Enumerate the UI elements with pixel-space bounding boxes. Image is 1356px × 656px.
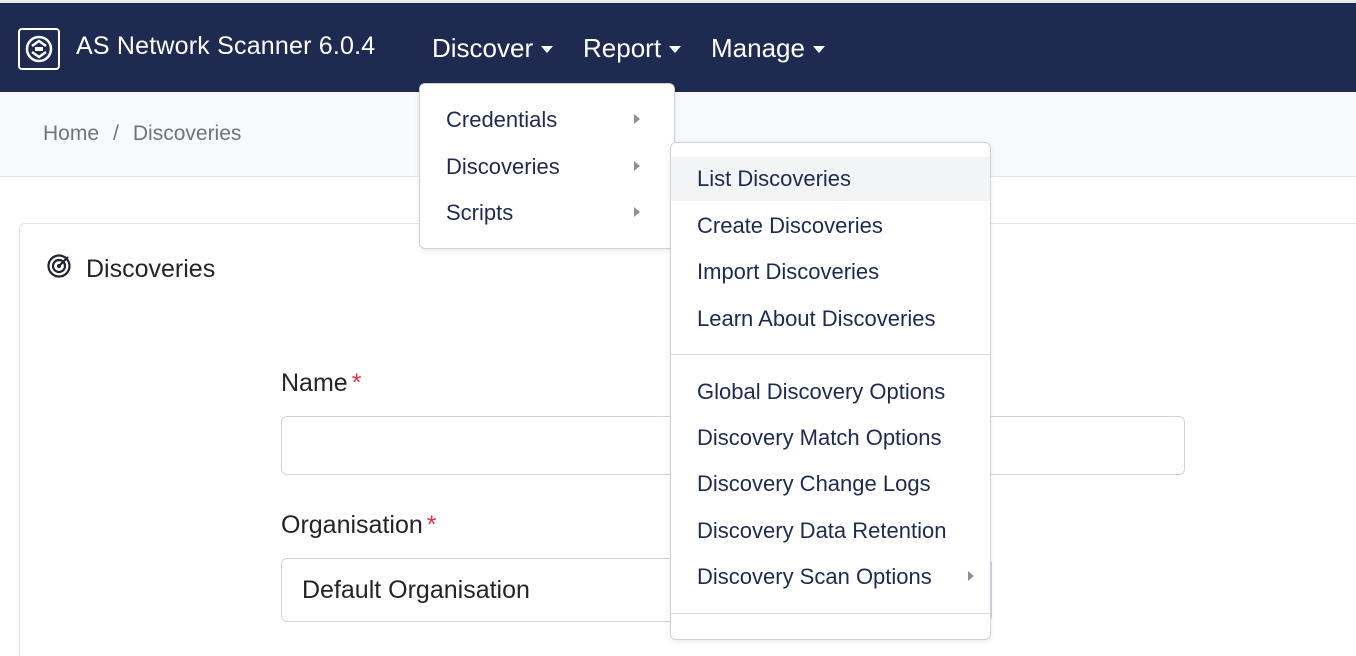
discover-dropdown-menu: Credentials Discoveries Scripts bbox=[419, 83, 675, 249]
radar-icon bbox=[46, 253, 72, 286]
menu-item-label: Credentials bbox=[446, 107, 558, 132]
menu-divider bbox=[671, 613, 990, 614]
required-mark: * bbox=[426, 511, 437, 539]
caret-down-icon bbox=[541, 46, 554, 53]
nav-manage-label: Manage bbox=[711, 33, 805, 63]
name-label: Name * bbox=[281, 369, 361, 398]
menu-item-discoveries[interactable]: Discoveries bbox=[420, 145, 674, 189]
nav-report-label: Report bbox=[583, 33, 662, 63]
menu-item-discovery-match-options[interactable]: Discovery Match Options bbox=[671, 416, 990, 460]
menu-item-label: List Discoveries bbox=[697, 166, 852, 191]
app-logo-icon[interactable] bbox=[18, 28, 60, 70]
required-mark: * bbox=[351, 369, 362, 397]
menu-item-discovery-change-logs[interactable]: Discovery Change Logs bbox=[671, 462, 990, 506]
breadcrumb-current: Discoveries bbox=[132, 122, 242, 145]
menu-item-label: Global Discovery Options bbox=[697, 379, 946, 404]
discoveries-submenu: List Discoveries Create Discoveries Impo… bbox=[670, 142, 991, 640]
menu-item-label: Discoveries bbox=[446, 154, 560, 179]
menu-divider bbox=[671, 354, 990, 355]
caret-right-icon bbox=[634, 161, 640, 171]
caret-right-icon bbox=[968, 571, 974, 581]
caret-down-icon bbox=[812, 46, 825, 53]
menu-item-discovery-scan-options[interactable]: Discovery Scan Options bbox=[671, 555, 990, 599]
nav-report[interactable]: Report bbox=[583, 33, 682, 64]
menu-item-label: Create Discoveries bbox=[697, 213, 883, 238]
menu-item-label: Learn About Discoveries bbox=[697, 306, 936, 331]
breadcrumb-home[interactable]: Home bbox=[43, 122, 99, 146]
caret-right-icon bbox=[634, 114, 640, 124]
organisation-label: Organisation * bbox=[281, 511, 436, 540]
card-title: Discoveries bbox=[46, 253, 215, 286]
app-title[interactable]: AS Network Scanner 6.0.4 bbox=[76, 32, 375, 61]
organisation-select-value: Default Organisation bbox=[302, 576, 530, 604]
menu-item-credentials[interactable]: Credentials bbox=[420, 98, 674, 142]
menu-item-label: Discovery Match Options bbox=[697, 425, 942, 450]
menu-item-import-discoveries[interactable]: Import Discoveries bbox=[671, 250, 990, 294]
caret-down-icon bbox=[669, 46, 682, 53]
menu-item-discovery-data-retention[interactable]: Discovery Data Retention bbox=[671, 509, 990, 553]
name-label-text: Name bbox=[281, 369, 348, 397]
menu-item-global-discovery-options[interactable]: Global Discovery Options bbox=[671, 370, 990, 414]
nav-discover-label: Discover bbox=[432, 33, 534, 63]
nav-discover[interactable]: Discover bbox=[432, 33, 554, 64]
menu-item-scripts[interactable]: Scripts bbox=[420, 191, 674, 235]
menu-item-label: Import Discoveries bbox=[697, 259, 880, 284]
menu-item-label: Scripts bbox=[446, 200, 514, 225]
menu-item-label: Discovery Change Logs bbox=[697, 471, 931, 496]
menu-item-label: Discovery Data Retention bbox=[697, 518, 947, 543]
top-navbar: AS Network Scanner 6.0.4 Discover Report… bbox=[0, 0, 1356, 92]
menu-item-learn-about-discoveries[interactable]: Learn About Discoveries bbox=[671, 297, 990, 341]
card-title-text: Discoveries bbox=[86, 255, 216, 283]
menu-item-label: Discovery Scan Options bbox=[697, 564, 932, 589]
caret-right-icon bbox=[634, 207, 640, 217]
menu-item-list-discoveries[interactable]: List Discoveries bbox=[671, 157, 990, 201]
nav-manage[interactable]: Manage bbox=[711, 33, 825, 64]
menu-item-create-discoveries[interactable]: Create Discoveries bbox=[671, 204, 990, 248]
breadcrumb-separator: / bbox=[113, 122, 119, 145]
breadcrumb: Home / Discoveries bbox=[43, 122, 241, 146]
organisation-label-text: Organisation bbox=[281, 511, 423, 539]
